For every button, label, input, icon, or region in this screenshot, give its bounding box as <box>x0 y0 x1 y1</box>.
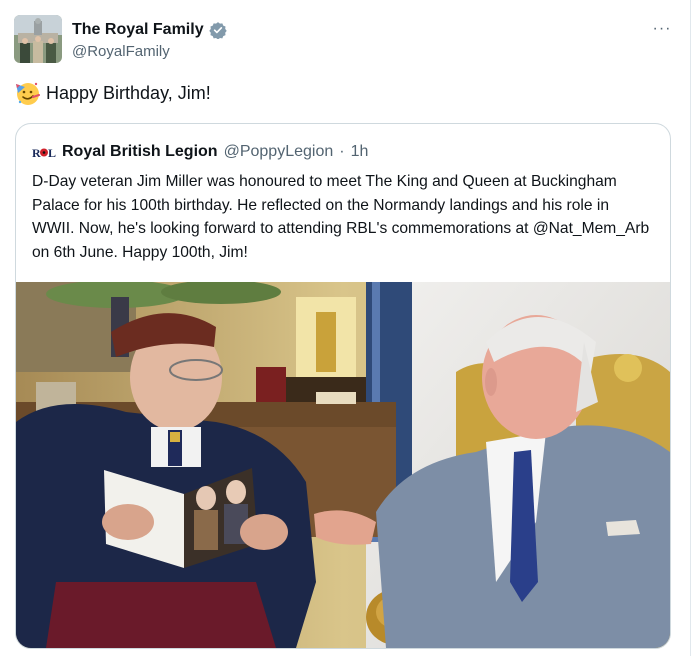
quoted-tweet-header: R L Royal British Legion @PoppyLegion · … <box>32 141 368 163</box>
avatar[interactable] <box>14 15 62 63</box>
tweet-body-text: Happy Birthday, Jim! <box>46 82 211 103</box>
account-handle[interactable]: @RoyalFamily <box>72 43 170 60</box>
verified-badge-icon <box>208 22 227 39</box>
display-name[interactable]: The Royal Family <box>72 21 204 39</box>
quoted-tweet-photo[interactable] <box>16 282 670 648</box>
quoted-separator: · <box>339 143 345 160</box>
tweet-text: Happy Birthday, Jim! <box>14 80 211 106</box>
quoted-handle[interactable]: @PoppyLegion <box>224 143 334 161</box>
tweet-header: The Royal Family @RoyalFamily ··· <box>14 15 676 65</box>
quoted-tweet-card[interactable]: R L Royal British Legion @PoppyLegion · … <box>15 123 671 649</box>
svg-text:L: L <box>48 146 56 160</box>
rbl-logo-icon: R L <box>32 146 56 160</box>
more-options-icon[interactable]: ··· <box>650 19 674 39</box>
quoted-timestamp[interactable]: 1h <box>351 143 369 161</box>
svg-text:R: R <box>32 146 41 160</box>
card-right-edge <box>690 0 691 656</box>
quoted-display-name[interactable]: Royal British Legion <box>62 143 218 161</box>
quoted-tweet-text: D-Day veteran Jim Miller was honoured to… <box>32 173 650 261</box>
party-face-emoji-icon <box>16 82 40 105</box>
